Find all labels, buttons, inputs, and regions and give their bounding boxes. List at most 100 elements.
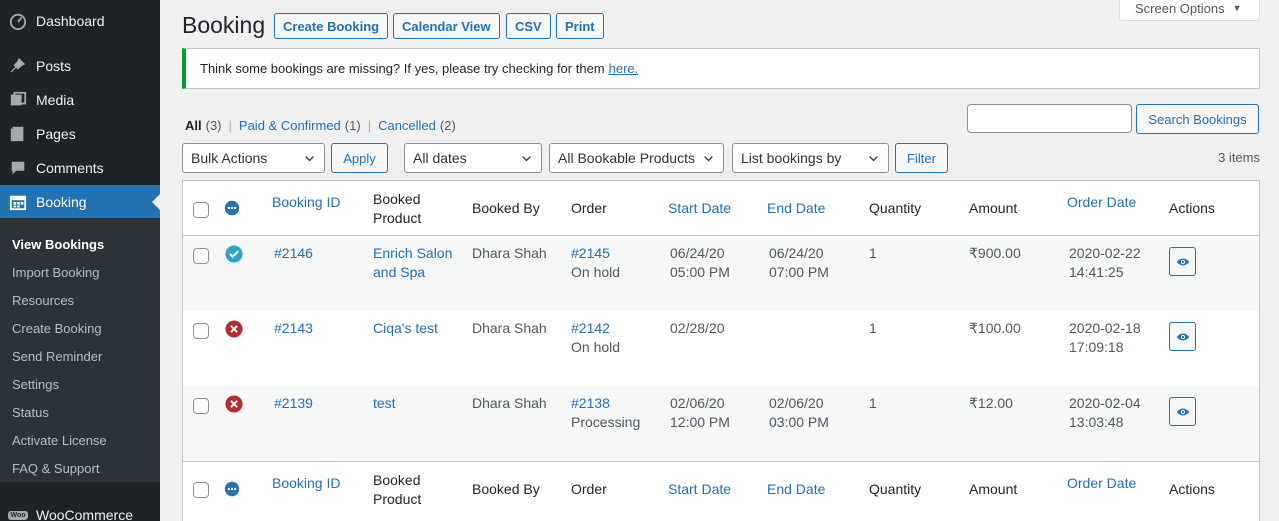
col-start-date[interactable]: Start Date [668, 480, 731, 499]
sidebar-item-label: Media [36, 92, 75, 108]
col-quantity: Quantity [869, 481, 922, 497]
confirmed-check-icon [225, 245, 243, 263]
view-all-count: (3) [205, 118, 222, 133]
list-by-select[interactable]: List bookings by [732, 143, 889, 173]
view-booking-button[interactable] [1169, 322, 1196, 351]
sidebar-item-comments[interactable]: Comments [0, 151, 160, 185]
amount: ₹100.00 [969, 320, 1021, 336]
col-order-date[interactable]: Order Date [1067, 474, 1136, 493]
cancelled-x-icon [225, 395, 243, 413]
calendar-view-button[interactable]: Calendar View [393, 13, 500, 39]
row-checkbox[interactable] [193, 323, 209, 339]
booked-by: Dhara Shah [472, 395, 547, 411]
screen-options-label: Screen Options [1135, 0, 1225, 16]
caret-down-icon: ▼ [1232, 3, 1242, 13]
order-link[interactable]: #2142 [571, 319, 610, 338]
booked-by: Dhara Shah [472, 245, 547, 261]
row-checkbox[interactable] [193, 248, 209, 264]
submenu-create-booking[interactable]: Create Booking [0, 314, 160, 342]
sidebar-item-dashboard[interactable]: Dashboard [0, 4, 160, 38]
filter-button[interactable]: Filter [895, 143, 948, 173]
submenu-view-bookings[interactable]: View Bookings [0, 230, 160, 258]
sidebar-item-label: Posts [36, 58, 72, 74]
view-filters: All (3) | Paid & Confirmed (1) | Cancell… [185, 118, 456, 133]
main-content: Booking Create Booking Calendar View CSV… [160, 0, 1279, 521]
view-all[interactable]: All [185, 118, 202, 133]
woo-badge: Woo [8, 510, 28, 520]
booking-id-link[interactable]: #2146 [274, 244, 313, 263]
order-time: 14:41:25 [1069, 264, 1124, 280]
booking-id-link[interactable]: #2143 [274, 319, 313, 338]
sidebar-item-posts[interactable]: Posts [0, 49, 160, 83]
pin-icon [0, 57, 36, 75]
select-all-checkbox[interactable] [193, 482, 209, 498]
view-separator: | [228, 118, 232, 133]
submenu-settings[interactable]: Settings [0, 370, 160, 398]
bulk-actions-value: Bulk Actions [191, 150, 268, 166]
comments-icon [0, 159, 36, 177]
sidebar-item-label: WooCommerce [36, 507, 133, 521]
product-link-line2[interactable]: and Spa [373, 263, 425, 282]
search-bookings-button[interactable]: Search Bookings [1136, 104, 1259, 134]
booked-by: Dhara Shah [472, 320, 547, 336]
sidebar-item-pages[interactable]: Pages [0, 117, 160, 151]
search-input[interactable] [967, 104, 1132, 133]
start-time: 05:00 PM [670, 264, 730, 280]
view-booking-button[interactable] [1169, 397, 1196, 426]
product-link-line1[interactable]: Ciqa's test [373, 319, 438, 338]
sidebar-item-booking[interactable]: Booking [0, 185, 160, 219]
col-actions: Actions [1169, 200, 1215, 216]
csv-button[interactable]: CSV [506, 13, 551, 39]
print-button[interactable]: Print [556, 13, 604, 39]
products-select[interactable]: All Bookable Products [549, 143, 724, 173]
col-start-date[interactable]: Start Date [668, 199, 731, 218]
media-icon [0, 91, 36, 109]
col-booked-product-line2: Product [373, 491, 422, 507]
sidebar-item-woocommerce[interactable]: Woo WooCommerce [0, 498, 160, 521]
submenu-status[interactable]: Status [0, 398, 160, 426]
col-end-date[interactable]: End Date [767, 199, 825, 218]
col-order-date[interactable]: Order Date [1067, 193, 1136, 212]
col-booking-id[interactable]: Booking ID [272, 474, 340, 493]
table-footer-row: Booking ID Booked Product Booked By Orde… [183, 461, 1259, 521]
view-booking-button[interactable] [1169, 247, 1196, 276]
product-link-line1[interactable]: Enrich Salon [373, 244, 452, 263]
start-time: 12:00 PM [670, 414, 730, 430]
status-more-icon [224, 200, 240, 216]
view-separator: | [367, 118, 372, 133]
amount: ₹900.00 [969, 245, 1021, 261]
products-value: All Bookable Products [558, 150, 695, 166]
dates-select[interactable]: All dates [404, 143, 542, 173]
order-date: 2020-02-22 [1069, 245, 1141, 261]
submenu-send-reminder[interactable]: Send Reminder [0, 342, 160, 370]
col-booked-product-line2: Product [373, 210, 422, 226]
view-paid-confirmed[interactable]: Paid & Confirmed [239, 118, 341, 133]
screen-options-button[interactable]: Screen Options ▼ [1119, 0, 1260, 21]
sidebar-item-media[interactable]: Media [0, 83, 160, 117]
submenu-faq-support[interactable]: FAQ & Support [0, 454, 160, 482]
col-order: Order [571, 481, 607, 497]
col-end-date[interactable]: End Date [767, 480, 825, 499]
select-all-checkbox[interactable] [193, 202, 209, 218]
col-booking-id[interactable]: Booking ID [272, 193, 340, 212]
submenu-activate-license[interactable]: Activate License [0, 426, 160, 454]
bulk-actions-select[interactable]: Bulk Actions [182, 143, 325, 173]
dates-value: All dates [413, 150, 467, 166]
apply-button[interactable]: Apply [331, 143, 388, 173]
col-booked-by: Booked By [472, 481, 540, 497]
view-cancelled[interactable]: Cancelled [378, 118, 436, 133]
eye-icon [1176, 408, 1189, 415]
booking-id-link[interactable]: #2139 [274, 394, 313, 413]
end-date: 06/24/20 [769, 245, 824, 261]
product-link-line1[interactable]: test [373, 394, 396, 413]
submenu-resources[interactable]: Resources [0, 286, 160, 314]
order-link[interactable]: #2138 [571, 394, 610, 413]
order-link[interactable]: #2145 [571, 244, 610, 263]
create-booking-button[interactable]: Create Booking [274, 13, 389, 39]
table-row: #2146 Enrich Salon and Spa Dhara Shah #2… [183, 236, 1259, 311]
notice-link[interactable]: here. [609, 61, 639, 76]
row-checkbox[interactable] [193, 398, 209, 414]
sidebar-item-label: Pages [36, 126, 76, 142]
submenu-import-booking[interactable]: Import Booking [0, 258, 160, 286]
end-time: 07:00 PM [769, 264, 829, 280]
